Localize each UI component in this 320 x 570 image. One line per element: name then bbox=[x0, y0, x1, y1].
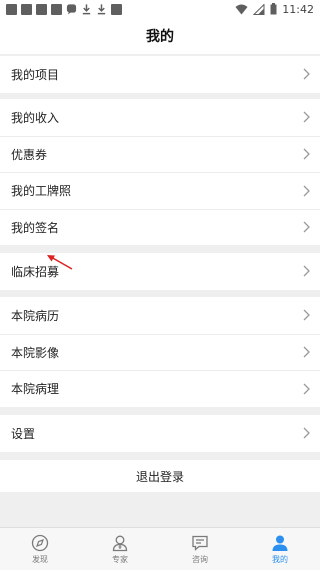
tab-mine[interactable]: 我的 bbox=[240, 528, 320, 570]
annotation-arrow-icon bbox=[47, 255, 73, 270]
menu-item-label: 本院影像 bbox=[11, 345, 60, 360]
status-time: 11:42 bbox=[282, 2, 314, 16]
status-bar: 11:42 bbox=[0, 0, 320, 18]
chevron-right-icon bbox=[303, 68, 310, 80]
menu-group: 我的项目 bbox=[0, 56, 320, 93]
menu-item-my-projects[interactable]: 我的项目 bbox=[0, 56, 320, 93]
chevron-right-icon bbox=[303, 309, 310, 321]
wifi-icon bbox=[235, 4, 248, 14]
menu-item-label: 优惠券 bbox=[11, 147, 48, 162]
chevron-right-icon bbox=[303, 185, 310, 197]
chat-icon bbox=[192, 535, 208, 551]
header: 我的 bbox=[0, 18, 320, 54]
menu-group: 我的收入 优惠券 我的工牌照 我的签名 bbox=[0, 99, 320, 245]
download-icon bbox=[97, 4, 106, 15]
tab-label: 专家 bbox=[112, 554, 128, 564]
menu-item-hospital-records[interactable]: 本院病历 bbox=[0, 297, 320, 334]
tab-consult[interactable]: 咨询 bbox=[160, 528, 240, 570]
tab-label: 咨询 bbox=[192, 554, 208, 564]
notification-icon bbox=[6, 3, 17, 15]
person-icon bbox=[272, 535, 288, 551]
notification-icon bbox=[21, 3, 32, 15]
chevron-right-icon bbox=[303, 148, 310, 160]
tab-experts[interactable]: 专家 bbox=[80, 528, 160, 570]
experts-icon bbox=[112, 535, 128, 551]
chevron-right-icon bbox=[303, 111, 310, 123]
signal-icon bbox=[253, 3, 265, 15]
menu-item-label: 本院病历 bbox=[11, 308, 60, 323]
compass-icon bbox=[31, 534, 49, 551]
chevron-right-icon bbox=[303, 346, 310, 358]
notification-icon bbox=[111, 3, 122, 15]
menu-item-label: 设置 bbox=[11, 426, 36, 441]
menu-item-label: 我的项目 bbox=[11, 67, 60, 82]
menu-item-my-income[interactable]: 我的收入 bbox=[0, 99, 320, 136]
menu-item-my-signature[interactable]: 我的签名 bbox=[0, 208, 320, 246]
tab-label: 我的 bbox=[272, 554, 288, 564]
menu-item-hospital-pathology[interactable]: 本院病理 bbox=[0, 370, 320, 407]
menu-item-coupons[interactable]: 优惠券 bbox=[0, 135, 320, 173]
menu-item-label: 我的工牌照 bbox=[11, 184, 72, 199]
notification-icon bbox=[51, 3, 62, 15]
app-notification-icon bbox=[66, 4, 77, 15]
menu-item-label: 本院病理 bbox=[11, 382, 60, 397]
page-title: 我的 bbox=[146, 29, 174, 45]
notification-icons bbox=[6, 3, 126, 15]
download-icon bbox=[82, 4, 91, 15]
menu-item-label: 我的收入 bbox=[11, 110, 60, 125]
menu-group: 本院病历 本院影像 本院病理 bbox=[0, 297, 320, 407]
tab-discover[interactable]: 发现 bbox=[0, 528, 80, 570]
menu-item-hospital-imaging[interactable]: 本院影像 bbox=[0, 333, 320, 371]
chevron-right-icon bbox=[303, 265, 310, 277]
system-icons: 11:42 bbox=[235, 2, 314, 16]
chevron-right-icon bbox=[303, 383, 310, 395]
chevron-right-icon bbox=[303, 221, 310, 233]
logout-label: 退出登录 bbox=[135, 469, 184, 484]
tab-label: 发现 bbox=[32, 554, 48, 564]
logout-button[interactable]: 退出登录 bbox=[0, 460, 320, 492]
menu-item-label: 我的签名 bbox=[11, 220, 60, 235]
menu-item-badge-photo[interactable]: 我的工牌照 bbox=[0, 172, 320, 209]
bottom-tab-bar: 发现 专家 咨询 我的 bbox=[0, 527, 320, 570]
menu-group: 设置 bbox=[0, 415, 320, 452]
chevron-right-icon bbox=[303, 427, 310, 439]
battery-icon bbox=[270, 3, 277, 15]
menu-item-settings[interactable]: 设置 bbox=[0, 415, 320, 452]
notification-icon bbox=[36, 3, 47, 15]
